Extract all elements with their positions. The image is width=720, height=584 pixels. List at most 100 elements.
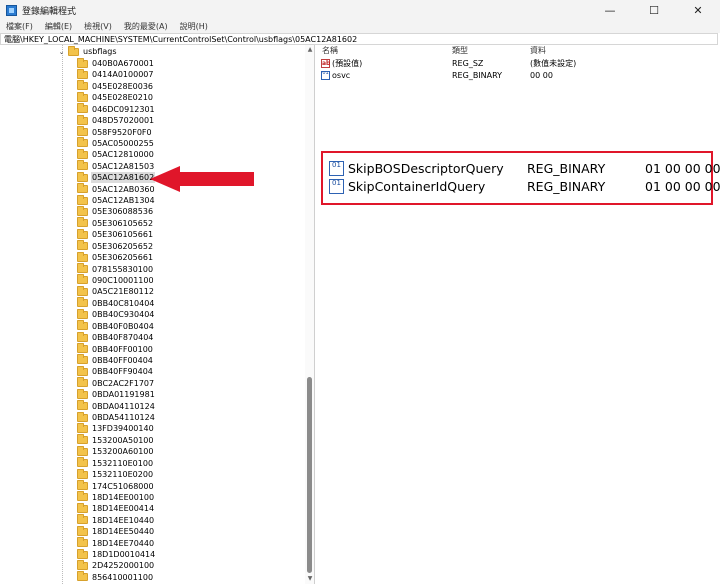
tree-item[interactable]: 0A5C21E80112 (77, 285, 314, 297)
value-name: SkipBOSDescriptorQuery (348, 161, 504, 176)
column-header-data[interactable]: 資料 (530, 45, 546, 56)
tree-item[interactable]: 0BB40F0B0404 (77, 320, 314, 332)
tree-item[interactable]: 040B0A670001 (77, 57, 314, 69)
tree-item[interactable]: 0BB40C810404 (77, 297, 314, 309)
tree-item[interactable]: 0414A0100007 (77, 68, 314, 80)
tree-item-label: 040B0A670001 (92, 59, 154, 68)
tree-scrollbar[interactable]: ▲ ▼ (305, 45, 314, 584)
folder-icon (77, 240, 88, 251)
tree-item[interactable]: 13FD39400140 (77, 422, 314, 434)
scroll-thumb[interactable] (307, 377, 312, 573)
tree-item-label: 0BB40FF00100 (92, 344, 153, 354)
folder-icon (77, 491, 88, 502)
value-type: REG_BINARY (527, 161, 606, 176)
tree-item[interactable]: 046DC0912301 (77, 103, 314, 115)
tree-item[interactable]: 18D14EE10440 (77, 514, 314, 526)
value-type: REG_BINARY (452, 71, 503, 80)
column-header-type[interactable]: 類型 (452, 45, 468, 56)
menu-edit[interactable]: 編輯(E) (39, 21, 78, 32)
value-data: 01 00 00 00 (645, 161, 720, 176)
tree-item-label: 0BB40F0B0404 (92, 321, 154, 331)
tree-item-label: 18D14EE00414 (92, 504, 155, 514)
tree-item[interactable]: 05AC05000255 (77, 137, 314, 149)
menu-view[interactable]: 檢視(V) (78, 21, 118, 32)
tree-item[interactable]: 856410001100 (77, 571, 314, 583)
tree-item[interactable]: 0BB40FF90404 (77, 365, 314, 377)
minimize-button[interactable]: — (588, 0, 632, 20)
menu-help[interactable]: 說明(H) (174, 21, 214, 32)
highlighted-value-row[interactable]: 01 SkipBOSDescriptorQuery REG_BINARY 01 … (329, 160, 720, 178)
tree-item[interactable]: 1532110E0100 (77, 457, 314, 469)
maximize-button[interactable]: ☐ (632, 0, 676, 20)
tree-item[interactable]: 18D14EE00414 (77, 502, 314, 514)
tree-item[interactable]: 078155830100 (77, 263, 314, 275)
tree-item-label: 0A5C21E80112 (92, 287, 154, 297)
folder-icon (77, 103, 88, 114)
tree-item[interactable]: 18D1D0010414 (77, 548, 314, 560)
folder-icon (77, 400, 88, 411)
tree-item[interactable]: 1532110E0200 (77, 468, 314, 480)
tree-item[interactable]: 18D14EE50440 (77, 525, 314, 537)
tree-item[interactable]: 0BDA04110124 (77, 400, 314, 412)
folder-icon (77, 308, 88, 319)
tree-item-label: 05AC12810000 (92, 150, 154, 160)
tree-item-usbflags[interactable]: ⌄ usbflags (57, 45, 314, 57)
value-row[interactable]: 01 osvc REG_BINARY 00 00 (316, 70, 720, 82)
tree-item[interactable]: 2D4252000100 (77, 559, 314, 571)
folder-icon (77, 537, 88, 548)
string-value-icon: ab (321, 59, 331, 68)
tree-item-label: 18D14EE50440 (92, 527, 155, 537)
tree-item[interactable]: 18D14EE70440 (77, 537, 314, 549)
folder-icon (77, 205, 88, 216)
menu-favorites[interactable]: 我的最愛(A) (118, 21, 174, 32)
tree-item-label: 0BB40F870404 (92, 333, 154, 343)
tree-item[interactable]: 05AC12AB1304 (77, 194, 314, 206)
tree-item[interactable]: 058F9520F0F0 (77, 126, 314, 138)
tree-item[interactable]: 0BDA54110124 (77, 411, 314, 423)
tree-item[interactable]: 048D57020001 (77, 114, 314, 126)
folder-icon (77, 343, 88, 353)
tree-item[interactable]: 05E306205661 (77, 251, 314, 263)
tree-item[interactable]: 0BB40C930404 (77, 308, 314, 320)
tree-item[interactable]: 0BB40F870404 (77, 331, 314, 343)
tree-item[interactable]: 090C10001100 (77, 274, 314, 286)
tree-item[interactable]: 05E306105661 (77, 228, 314, 240)
scroll-down-icon[interactable]: ▼ (305, 575, 314, 583)
tree-item-label: 05E306105652 (92, 218, 154, 228)
tree-item-label: 1532110E0200 (92, 470, 154, 480)
folder-icon (77, 217, 88, 228)
folder-icon (77, 411, 88, 422)
folder-icon (77, 171, 88, 182)
folder-icon (77, 297, 88, 308)
folder-icon (77, 559, 88, 570)
highlighted-value-row[interactable]: 01 SkipContainerIdQuery REG_BINARY 01 00… (329, 178, 720, 196)
close-button[interactable]: ✕ (676, 0, 720, 20)
tree-item[interactable]: 045E028E0210 (77, 91, 314, 103)
scroll-up-icon[interactable]: ▲ (305, 46, 314, 54)
tree-item[interactable]: 18D14EE00100 (77, 491, 314, 503)
folder-icon (77, 114, 88, 125)
tree-item[interactable]: 05E306205652 (77, 240, 314, 252)
address-bar[interactable]: 電腦\HKEY_LOCAL_MACHINE\SYSTEM\CurrentCont… (0, 33, 718, 45)
value-type: REG_SZ (452, 59, 484, 68)
tree-item[interactable]: 0BB40FF00404 (77, 354, 314, 366)
tree-item[interactable]: 174C51068000 (77, 480, 314, 492)
red-arrow-annotation (150, 166, 254, 192)
tree-item[interactable]: 0BB40FF00100 (77, 343, 314, 355)
folder-icon (77, 468, 88, 479)
tree-item-label: 05E306105661 (92, 230, 154, 240)
chevron-down-icon[interactable]: ⌄ (57, 46, 66, 57)
folder-icon (77, 285, 88, 296)
value-row[interactable]: ab (預設值) REG_SZ (數值未設定) (316, 58, 720, 70)
tree-item[interactable]: 045E028E0036 (77, 80, 314, 92)
tree-item[interactable]: 153200A60100 (77, 445, 314, 457)
binary-value-icon: 01 (329, 179, 344, 194)
tree-item[interactable]: 05E306105652 (77, 217, 314, 229)
menu-file[interactable]: 檔案(F) (0, 21, 39, 32)
column-header-name[interactable]: 名稱 (322, 45, 338, 56)
tree-item[interactable]: 0BC2AC2F1707 (77, 377, 314, 389)
tree-item[interactable]: 05AC12810000 (77, 148, 314, 160)
tree-item[interactable]: 05E306088536 (77, 205, 314, 217)
tree-item[interactable]: 153200A50100 (77, 434, 314, 446)
tree-item[interactable]: 0BDA01191981 (77, 388, 314, 400)
